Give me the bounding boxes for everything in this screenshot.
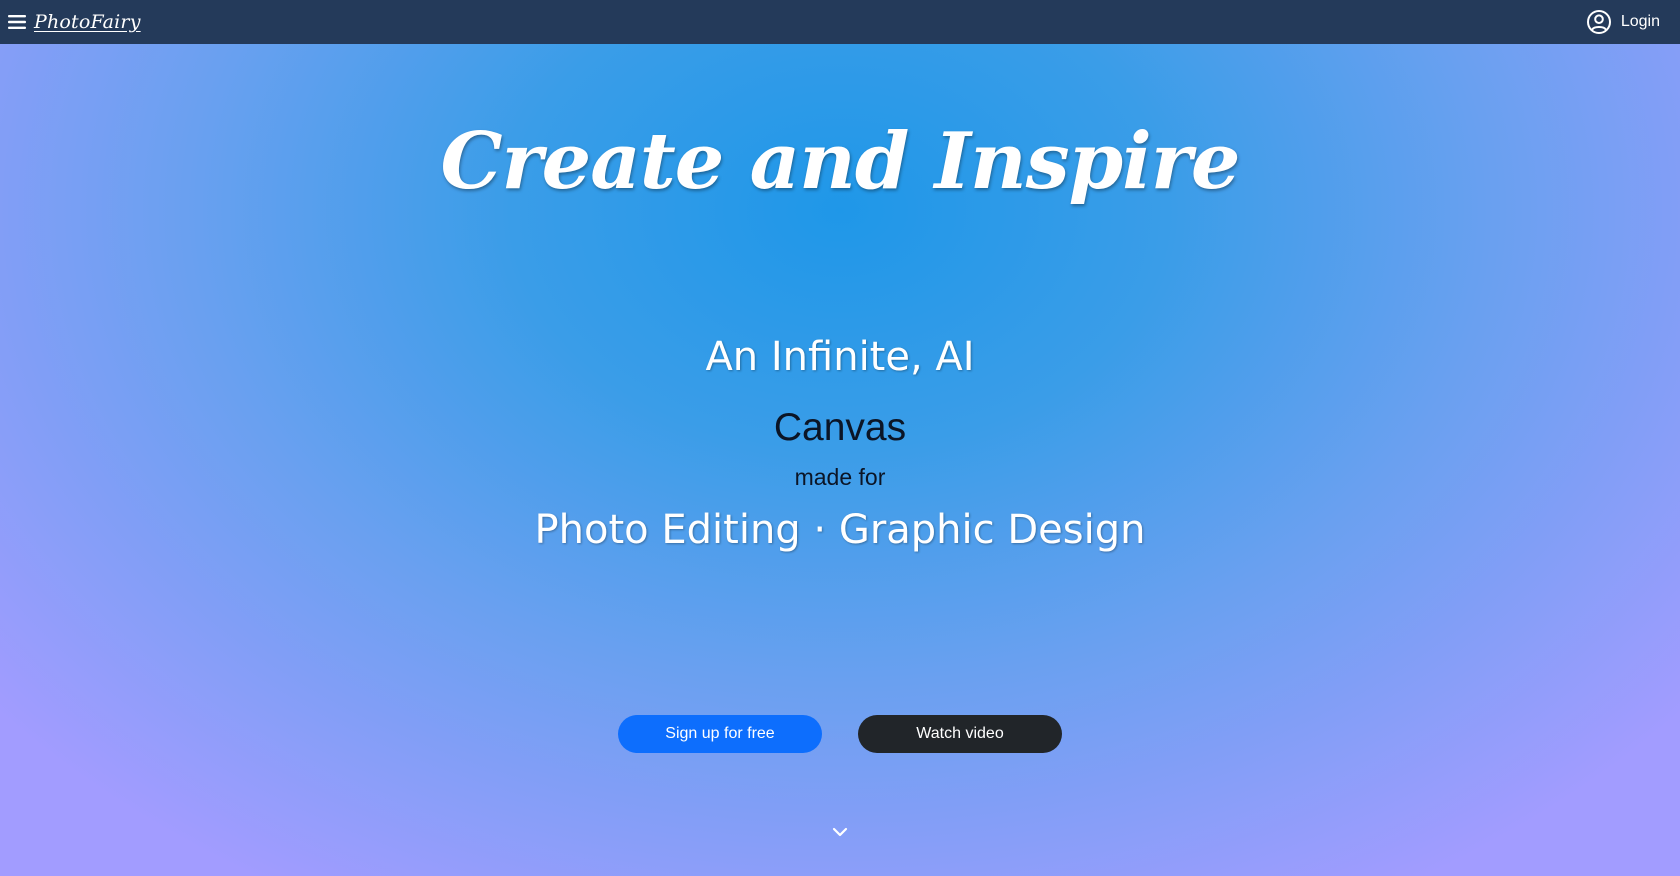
brand-logo-link[interactable]: PhotoFairy (34, 11, 141, 33)
chevron-down-icon[interactable] (830, 822, 850, 842)
hero-tagline-canvas: Canvas (773, 406, 907, 449)
watch-video-button[interactable]: Watch video (858, 715, 1062, 753)
hamburger-menu-icon[interactable] (0, 0, 34, 44)
user-circle-icon (1586, 9, 1612, 35)
login-link[interactable]: Login (1586, 0, 1660, 44)
hero-tagline-made-for: made for (794, 464, 886, 490)
login-label: Login (1620, 13, 1660, 30)
top-navbar: PhotoFairy Login (0, 0, 1680, 44)
sign-up-button[interactable]: Sign up for free (618, 715, 822, 753)
navbar-left: PhotoFairy (0, 0, 141, 44)
hero-headline: Create and Inspire (440, 116, 1240, 207)
hero-tagline-ai: An Infinite, AI (705, 334, 975, 380)
hero-section: Create and Inspire An Infinite, AI Canva… (0, 44, 1680, 876)
hero-tagline-uses: Photo Editing · Graphic Design (534, 507, 1146, 553)
